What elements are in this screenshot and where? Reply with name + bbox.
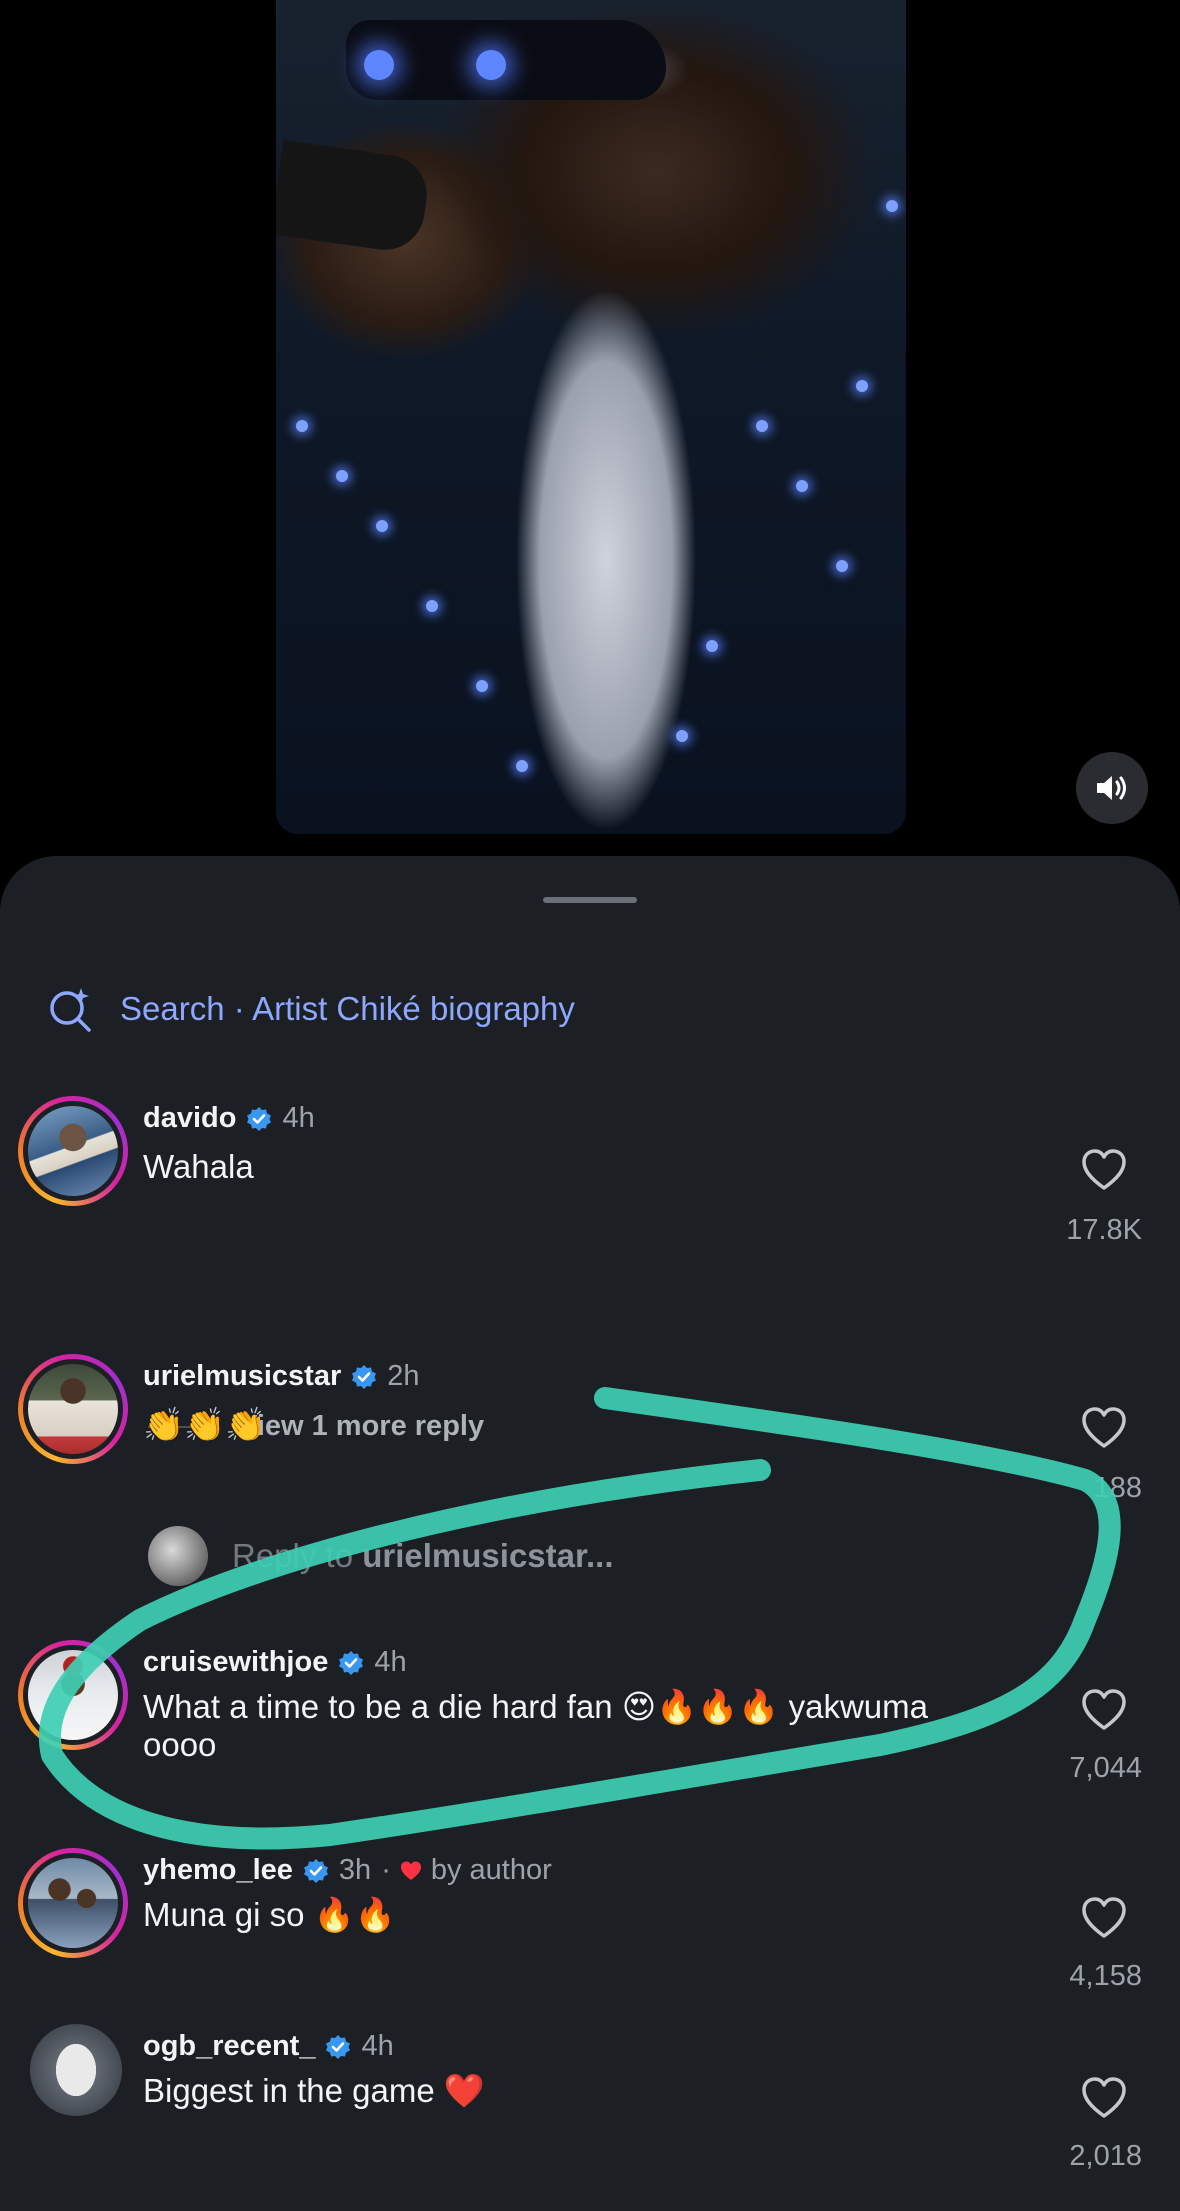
avatar[interactable]: [30, 2024, 122, 2116]
reply-target: urielmusicstar...: [362, 1537, 614, 1574]
comment-item: cruisewithjoe 4h What a time to be a die…: [0, 1640, 1180, 1800]
comment-username[interactable]: davido: [143, 1102, 236, 1135]
lens-highlight: [476, 50, 506, 80]
sequin: [886, 200, 898, 212]
comment-item: yhemo_lee 3h · by author Muna gi so 🔥🔥 4…: [0, 1848, 1180, 1992]
sequin: [376, 520, 388, 532]
sequin: [836, 560, 848, 572]
verified-badge-icon: [339, 1650, 364, 1675]
comment-timestamp: 4h: [374, 1646, 407, 1678]
like-count: 4,158: [1069, 1960, 1142, 1992]
microphone-graphic: [276, 140, 432, 255]
avatar[interactable]: [18, 1096, 128, 1206]
comment-item: davido 4h Wahala 17.8K: [0, 1096, 1180, 1246]
liked-by-author-label: by author: [430, 1854, 552, 1886]
comment-text: Wahala: [143, 1148, 254, 1185]
like-count: 7,044: [1069, 1752, 1142, 1784]
lens-highlight: [364, 50, 394, 80]
comment-timestamp: 3h: [338, 1854, 372, 1886]
like-count: 17.8K: [1066, 1214, 1142, 1246]
sheet-grabber[interactable]: [543, 897, 637, 903]
reply-prefix: Reply to: [232, 1537, 363, 1574]
like-count: 188: [1093, 1472, 1142, 1504]
comment-username[interactable]: cruisewithjoe: [143, 1646, 328, 1679]
search-suggestion[interactable]: Search · Artist Chiké biography: [48, 986, 575, 1032]
comment-username[interactable]: yhemo_lee: [143, 1854, 293, 1887]
sequin: [336, 470, 348, 482]
author-liked-heart-icon: [400, 1861, 421, 1880]
sequin: [676, 730, 688, 742]
sequin: [476, 680, 488, 692]
like-heart-icon[interactable]: [1080, 1896, 1128, 1940]
like-count: 2,018: [1069, 2140, 1142, 2172]
comment-text: Biggest in the game ❤️: [143, 2072, 485, 2109]
like-heart-icon[interactable]: [1080, 1406, 1128, 1450]
comment-item: urielmusicstar 2h 👏👏👏 188: [0, 1354, 1180, 1504]
verified-badge-icon: [326, 2034, 351, 2059]
avatar[interactable]: [18, 1354, 128, 1464]
like-heart-icon[interactable]: [1080, 2076, 1128, 2120]
avatar: [148, 1526, 208, 1586]
comment-text: Muna gi so 🔥🔥: [143, 1896, 396, 1933]
search-suggestion-label: Search · Artist Chiké biography: [120, 990, 575, 1027]
verified-badge-icon: [352, 1364, 377, 1389]
video-player[interactable]: [276, 0, 906, 834]
comment-text: What a time to be a die hard fan 😍🔥🔥🔥 ya…: [143, 1688, 928, 1763]
sequin: [426, 600, 438, 612]
sequin: [796, 480, 808, 492]
comment-timestamp: 4h: [361, 2030, 394, 2062]
sequin: [516, 760, 528, 772]
verified-badge-icon: [247, 1106, 272, 1131]
avatar[interactable]: [18, 1848, 128, 1958]
speaker-icon: [1097, 776, 1126, 800]
sequin: [706, 640, 718, 652]
sequin: [296, 420, 308, 432]
comment-timestamp: 2h: [387, 1360, 420, 1392]
comment-timestamp: 4h: [282, 1102, 315, 1134]
comment-item: ogb_recent_ 4h Biggest in the game ❤️ 2,…: [0, 2024, 1180, 2172]
sound-toggle-button[interactable]: [1076, 752, 1148, 824]
sunglasses-graphic: [346, 20, 666, 100]
reply-input[interactable]: Reply to urielmusicstar...: [148, 1526, 614, 1586]
comment-username[interactable]: urielmusicstar: [143, 1360, 341, 1393]
verified-badge-icon: [303, 1858, 328, 1883]
ai-search-icon: [50, 988, 91, 1032]
meta-separator: ·: [381, 1854, 391, 1886]
avatar[interactable]: [18, 1640, 128, 1750]
sequin: [756, 420, 768, 432]
sequin: [856, 380, 868, 392]
comment-text: 👏👏👏: [143, 1405, 267, 1444]
comment-username[interactable]: ogb_recent_: [143, 2030, 315, 2063]
like-heart-icon[interactable]: [1080, 1688, 1128, 1732]
like-heart-icon[interactable]: [1080, 1148, 1128, 1192]
